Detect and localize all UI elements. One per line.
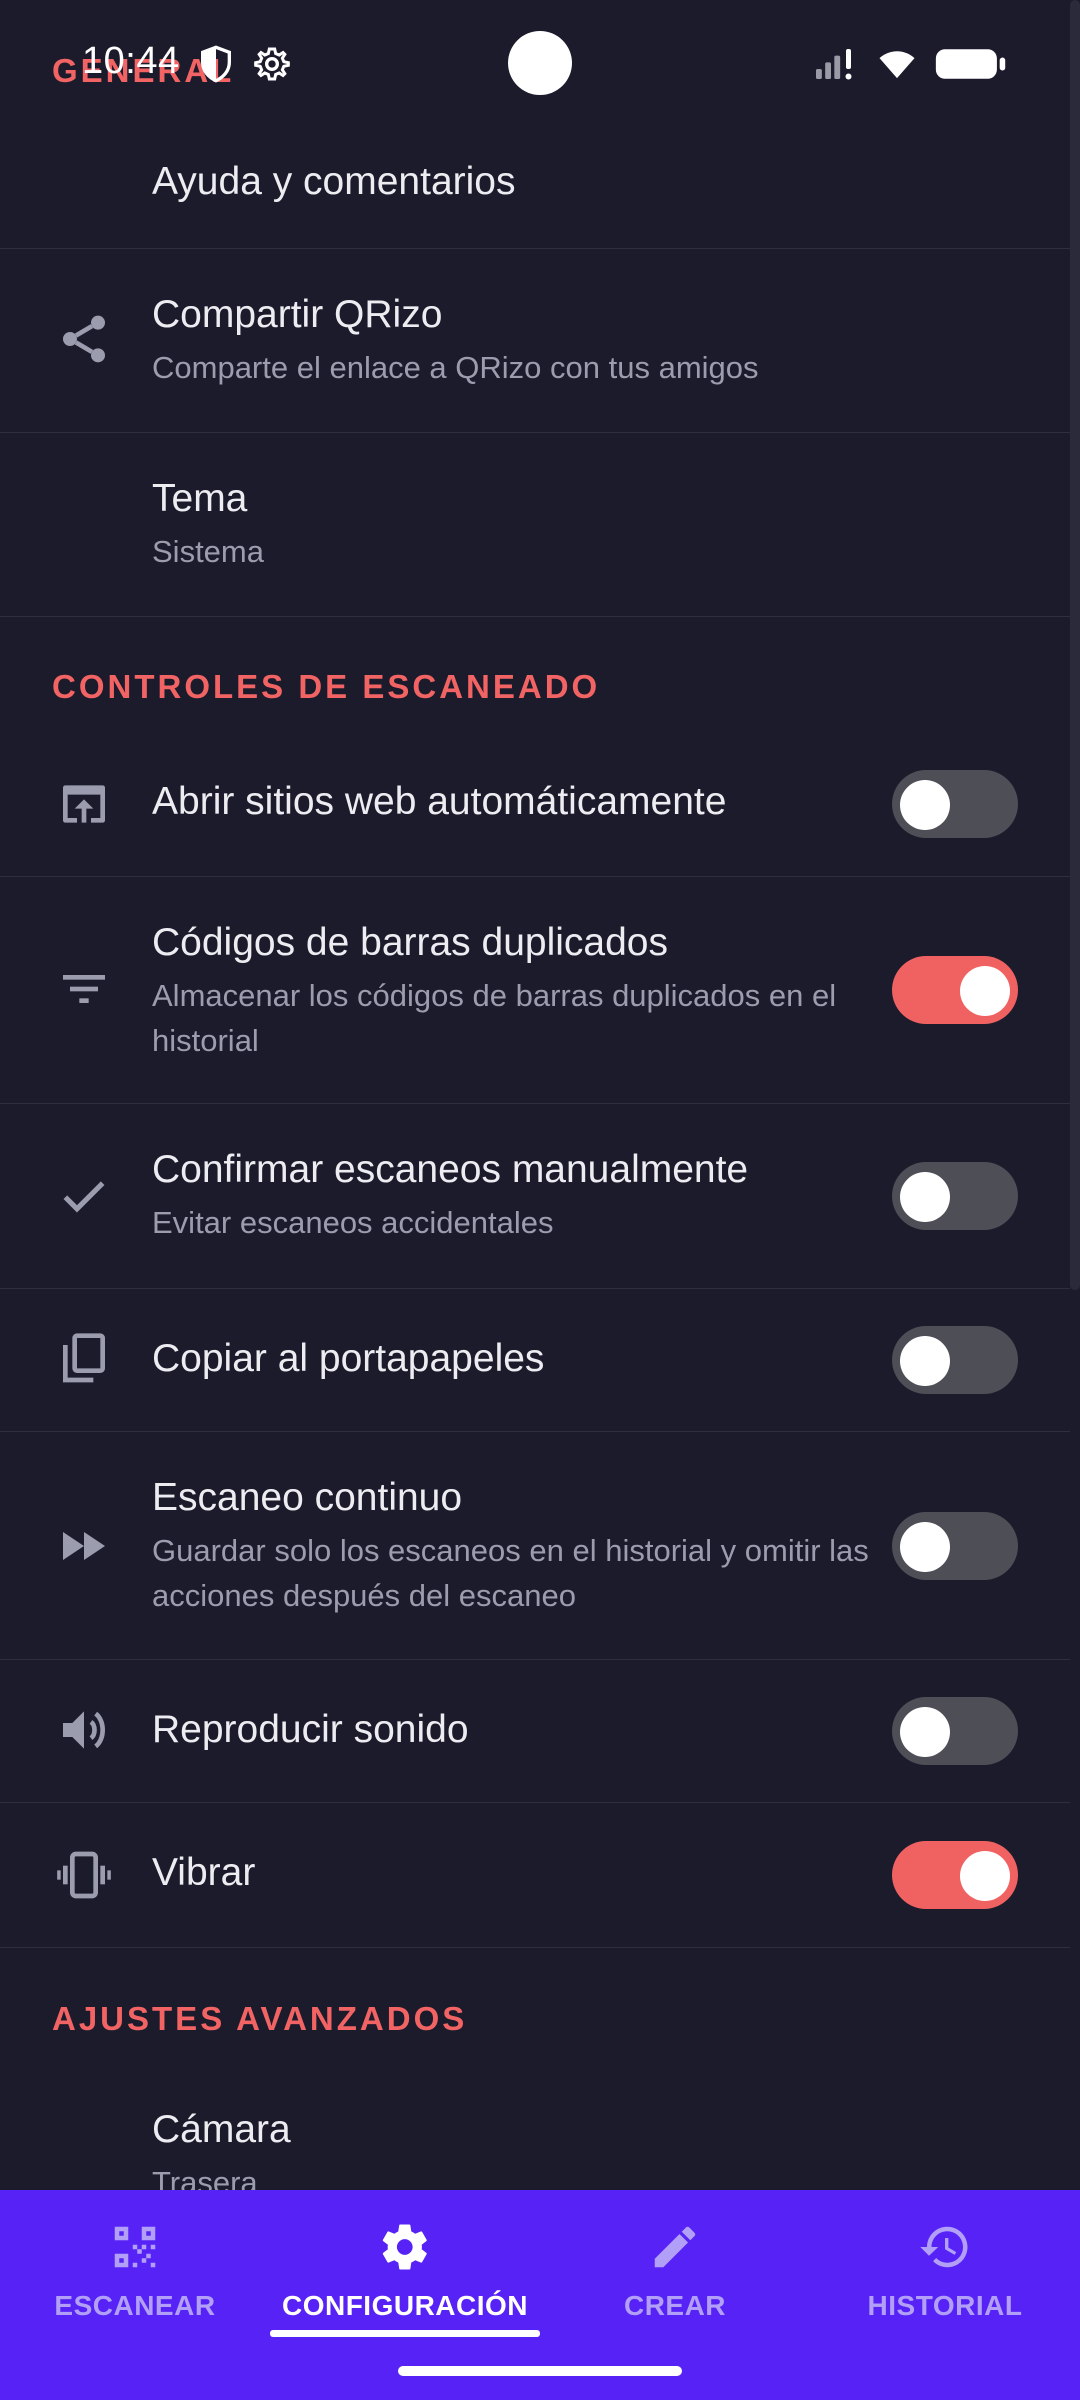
setting-vibrate-title: Vibrar <box>152 1851 256 1894</box>
setting-confirm-scans[interactable]: Confirmar escaneos manualmente Evitar es… <box>0 1104 1070 1289</box>
copy-icon <box>63 1333 105 1383</box>
settings-screen: 10:44 GENERAL Ayuda y comentarios Compar… <box>0 0 1080 2400</box>
share-icon <box>63 315 105 363</box>
battery-icon <box>935 49 1006 79</box>
nav-history-label: HISTORIAL <box>867 2290 1023 2321</box>
gear-icon <box>382 2224 427 2270</box>
setting-continuous-scan[interactable]: Escaneo continuo Guardar solo los escane… <box>0 1432 1070 1660</box>
nav-scan[interactable]: ESCANEAR <box>5 2220 265 2322</box>
continuous-scan-toggle[interactable] <box>892 1512 1018 1580</box>
setting-camera-title: Cámara <box>152 2108 291 2151</box>
status-time: 10:44 <box>82 40 180 82</box>
duplicates-toggle[interactable] <box>892 956 1018 1024</box>
pencil-icon <box>654 2226 696 2268</box>
confirm-scans-toggle[interactable] <box>892 1162 1018 1230</box>
setting-copy-clipboard-title: Copiar al portapapeles <box>152 1337 545 1380</box>
setting-duplicates-subtitle: Almacenar los códigos de barras duplicad… <box>152 978 837 1058</box>
copy-clipboard-toggle[interactable] <box>892 1326 1018 1394</box>
fast-forward-icon <box>63 1532 105 1560</box>
setting-duplicates-title: Códigos de barras duplicados <box>152 921 668 964</box>
gear-icon <box>254 47 290 81</box>
toggle-knob <box>900 780 950 830</box>
check-icon <box>63 1181 105 1213</box>
signal-icon <box>816 49 852 80</box>
nav-settings[interactable]: CONFIGURACIÓN <box>275 2220 535 2322</box>
section-header-scan-controls: CONTROLES DE ESCANEADO <box>52 668 601 705</box>
toggle-knob <box>900 1336 950 1386</box>
setting-help-title: Ayuda y comentarios <box>152 160 516 203</box>
shield-icon <box>201 45 231 83</box>
open-websites-toggle[interactable] <box>892 770 1018 838</box>
nav-settings-label: CONFIGURACIÓN <box>281 2290 529 2321</box>
volume-icon <box>63 1711 105 1749</box>
play-sound-toggle[interactable] <box>892 1697 1018 1765</box>
bottom-navigation: ESCANEAR CONFIGURACIÓN CREAR HISTORIAL <box>0 2190 1080 2400</box>
setting-confirm-scans-title: Confirmar escaneos manualmente <box>152 1148 749 1191</box>
setting-help[interactable]: Ayuda y comentarios <box>0 130 1070 249</box>
toggle-knob <box>900 1172 950 1222</box>
setting-theme[interactable]: Tema Sistema <box>0 433 1070 617</box>
scrollbar[interactable] <box>1070 0 1080 1290</box>
gesture-navigation-bar[interactable] <box>398 2366 682 2376</box>
vibrate-icon <box>57 1851 111 1899</box>
toggle-knob <box>960 1851 1010 1901</box>
history-icon <box>920 2226 968 2268</box>
nav-create[interactable]: CREAR <box>545 2220 805 2322</box>
vibrate-toggle[interactable] <box>892 1841 1018 1909</box>
setting-theme-title: Tema <box>152 477 248 520</box>
section-header-advanced: AJUSTES AVANZADOS <box>52 2000 468 2037</box>
setting-share-subtitle: Comparte el enlace a QRizo con tus amigo… <box>152 350 759 385</box>
open-in-browser-icon <box>63 785 105 823</box>
toggle-knob <box>960 966 1010 1016</box>
setting-share-title: Compartir QRizo <box>152 293 443 336</box>
nav-scan-label: ESCANEAR <box>54 2290 216 2321</box>
setting-open-websites[interactable]: Abrir sitios web automáticamente <box>0 732 1070 877</box>
active-tab-indicator <box>270 2330 540 2337</box>
setting-continuous-scan-title: Escaneo continuo <box>152 1476 463 1519</box>
setting-confirm-scans-subtitle: Evitar escaneos accidentales <box>152 1205 554 1240</box>
setting-play-sound[interactable]: Reproducir sonido <box>0 1660 1070 1803</box>
setting-theme-value: Sistema <box>152 534 264 569</box>
setting-duplicates[interactable]: Códigos de barras duplicados Almacenar l… <box>0 877 1070 1104</box>
setting-copy-clipboard[interactable]: Copiar al portapapeles <box>0 1289 1070 1432</box>
nav-history[interactable]: HISTORIAL <box>815 2220 1075 2322</box>
setting-share[interactable]: Compartir QRizo Comparte el enlace a QRi… <box>0 249 1070 433</box>
status-bar: 10:44 <box>0 0 1080 130</box>
filter-icon <box>63 975 105 1003</box>
nav-create-label: CREAR <box>623 2290 727 2321</box>
setting-open-websites-title: Abrir sitios web automáticamente <box>152 780 727 823</box>
toggle-knob <box>900 1522 950 1572</box>
qr-code-icon <box>114 2226 156 2268</box>
setting-vibrate[interactable]: Vibrar <box>0 1803 1070 1948</box>
toggle-knob <box>900 1707 950 1757</box>
setting-play-sound-title: Reproducir sonido <box>152 1708 469 1751</box>
setting-continuous-scan-subtitle: Guardar solo los escaneos en el historia… <box>152 1533 869 1613</box>
front-camera <box>508 31 572 95</box>
wifi-icon <box>879 51 915 79</box>
